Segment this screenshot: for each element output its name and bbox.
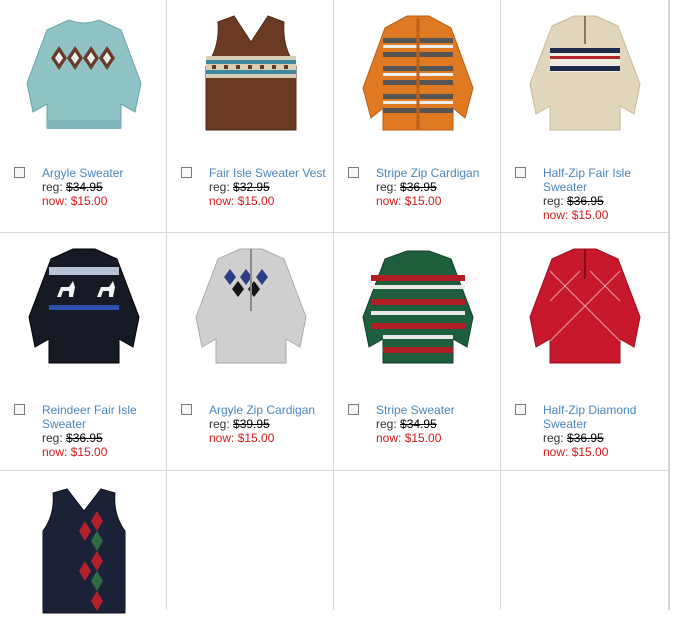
now-price: $15.00 [237,194,275,208]
reg-price: $36.95 [66,431,103,445]
product-card: Argyle Sweater reg: $34.95 now: $15.00 [0,0,167,233]
product-card: Stripe Zip Cardigan reg: $36.95 now: $15… [334,0,501,233]
argyle-sweater-image[interactable] [17,8,151,140]
product-name-link[interactable]: Stripe Sweater [376,403,498,417]
reg-price: $36.95 [567,194,604,208]
now-price: $15.00 [571,208,609,222]
product-grid: Argyle Sweater reg: $34.95 now: $15.00 F… [0,0,669,614]
product-name-link[interactable]: Half-Zip Fair Isle Sweater [543,166,665,194]
reg-price: $36.95 [400,180,437,194]
reg-label: reg: [376,180,397,194]
select-checkbox[interactable] [14,404,25,415]
product-card: Argyle Zip Cardigan reg: $39.95 now: $15… [167,233,334,471]
reg-price: $34.95 [400,417,437,431]
now-price: $15.00 [571,445,609,459]
half-zip-diamond-image[interactable] [518,241,652,373]
product-name-link[interactable]: Half-Zip Diamond Sweater [543,403,665,431]
empty-cell [334,471,501,610]
select-checkbox[interactable] [181,404,192,415]
half-zip-fair-isle-image[interactable] [518,8,652,140]
reg-label: reg: [376,417,397,431]
product-name-link[interactable]: Fair Isle Sweater Vest [209,166,331,180]
now-label: now: [543,208,569,222]
now-label: now: [376,431,402,445]
reindeer-sweater-image[interactable] [17,241,151,373]
reg-label: reg: [42,180,63,194]
product-card: Reindeer Fair Isle Sweater reg: $36.95 n… [0,233,167,471]
select-checkbox[interactable] [348,404,359,415]
empty-cell [501,471,669,610]
reg-label: reg: [209,180,230,194]
select-checkbox[interactable] [348,167,359,178]
now-price: $15.00 [404,431,442,445]
reg-price: $39.95 [233,417,270,431]
now-label: now: [42,194,68,208]
now-price: $15.00 [70,194,108,208]
now-label: now: [543,445,569,459]
select-checkbox[interactable] [181,167,192,178]
reg-price: $36.95 [567,431,604,445]
product-card: Fair Isle Sweater Vest reg: $32.95 now: … [167,0,334,233]
now-price: $15.00 [70,445,108,459]
product-name-link[interactable]: Stripe Zip Cardigan [376,166,498,180]
empty-cell [167,471,334,610]
stripe-zip-cardigan-image[interactable] [351,8,485,140]
now-label: now: [209,194,235,208]
product-card [0,471,167,614]
select-checkbox[interactable] [14,167,25,178]
select-checkbox[interactable] [515,404,526,415]
now-label: now: [209,431,235,445]
select-checkbox[interactable] [515,167,526,178]
now-price: $15.00 [404,194,442,208]
right-gutter [669,0,696,610]
fair-isle-vest-image[interactable] [184,8,318,140]
now-price: $15.00 [237,431,275,445]
product-name-link[interactable]: Argyle Sweater [42,166,164,180]
now-label: now: [42,445,68,459]
now-label: now: [376,194,402,208]
reg-label: reg: [543,431,564,445]
reg-price: $34.95 [66,180,103,194]
argyle-zip-cardigan-image[interactable] [184,241,318,373]
argyle-vest-image[interactable] [17,485,151,617]
product-name-link[interactable]: Reindeer Fair Isle Sweater [42,403,164,431]
reg-label: reg: [42,431,63,445]
product-card: Half-Zip Diamond Sweater reg: $36.95 now… [501,233,669,471]
reg-label: reg: [543,194,564,208]
product-name-link[interactable]: Argyle Zip Cardigan [209,403,331,417]
product-card: Stripe Sweater reg: $34.95 now: $15.00 [334,233,501,471]
reg-label: reg: [209,417,230,431]
stripe-sweater-image[interactable] [351,241,485,373]
reg-price: $32.95 [233,180,270,194]
product-card: Half-Zip Fair Isle Sweater reg: $36.95 n… [501,0,669,233]
